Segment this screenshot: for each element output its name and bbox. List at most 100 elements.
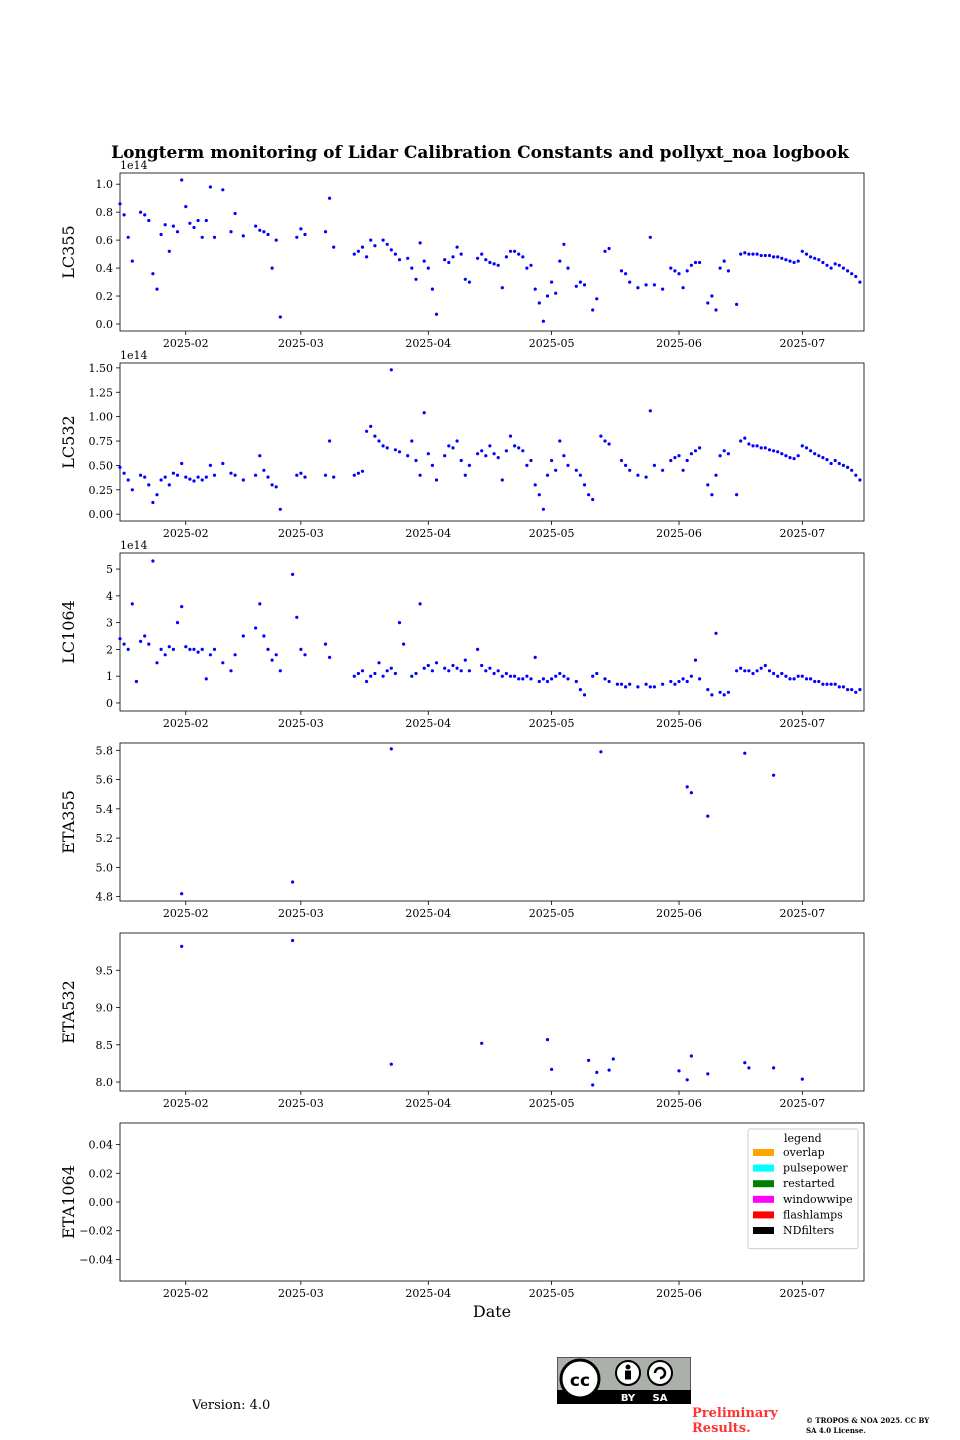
data-point: [796, 259, 800, 263]
legend-swatch-NDfilters: [753, 1227, 774, 1234]
data-point: [817, 258, 821, 262]
data-point: [385, 669, 389, 673]
data-point: [529, 458, 533, 463]
data-point: [698, 260, 702, 265]
data-point: [422, 259, 426, 263]
data-point: [545, 679, 550, 684]
data-point: [126, 478, 130, 482]
data-point: [587, 1058, 591, 1062]
legend-label-overlap: overlap: [783, 1146, 825, 1159]
data-point: [747, 442, 751, 446]
data-point: [595, 671, 599, 676]
data-point: [488, 444, 492, 448]
data-point: [846, 688, 850, 692]
copyright-notice: © TROPOS & NOA 2025. CC BY SA 4.0 Licens…: [806, 1416, 930, 1435]
data-point: [800, 674, 804, 678]
data-point: [751, 444, 755, 448]
data-point: [504, 255, 508, 259]
data-point: [480, 449, 484, 453]
data-point: [521, 677, 525, 681]
data-point: [126, 235, 130, 239]
data-point: [611, 1057, 615, 1061]
data-point: [122, 642, 126, 646]
x-tick-label: 2025-07: [779, 1287, 825, 1300]
data-point: [698, 446, 702, 450]
x-tick-label: 2025-03: [278, 1097, 324, 1110]
data-point: [332, 475, 336, 479]
y-axis-label: ETA532: [59, 980, 78, 1044]
data-point: [496, 669, 500, 673]
data-point: [669, 679, 673, 684]
data-points: [118, 559, 862, 697]
data-point: [587, 493, 591, 497]
x-tick-label: 2025-06: [656, 337, 702, 350]
data-point: [718, 690, 722, 694]
data-point: [776, 450, 780, 454]
data-point: [792, 457, 796, 461]
legend-label-restarted: restarted: [783, 1177, 835, 1190]
data-point: [648, 409, 652, 413]
data-point: [772, 449, 776, 453]
data-point: [204, 475, 208, 479]
y-offset-text: 1e14: [120, 349, 148, 362]
data-point: [369, 674, 373, 678]
data-point: [221, 188, 225, 192]
data-point: [447, 444, 451, 448]
x-tick-label: 2025-07: [779, 717, 825, 730]
data-point: [800, 1077, 804, 1081]
data-point: [726, 269, 731, 273]
cc-by-sa-license-badge: cc BY SA: [557, 1357, 691, 1404]
data-point: [624, 272, 628, 276]
data-points: [180, 747, 776, 896]
data-point: [603, 439, 607, 443]
data-point: [850, 468, 854, 472]
data-point: [369, 238, 373, 242]
data-point: [229, 471, 233, 475]
data-point: [615, 682, 620, 686]
data-point: [434, 312, 439, 316]
data-point: [130, 488, 134, 492]
data-point: [850, 688, 854, 692]
data-point: [652, 463, 657, 467]
sa-icon: [647, 1360, 673, 1386]
data-point: [459, 669, 463, 673]
data-point: [369, 424, 373, 428]
data-point: [628, 682, 632, 686]
data-point: [455, 439, 459, 443]
y-tick-label: 1.0: [96, 178, 114, 191]
data-point: [685, 785, 689, 789]
data-point: [332, 245, 336, 249]
legend-label-NDfilters: NDfilters: [783, 1224, 834, 1237]
data-point: [693, 260, 698, 265]
y-tick-label: 5.8: [96, 744, 114, 757]
y-axis-label: ETA1064: [59, 1165, 78, 1239]
data-point: [484, 454, 488, 458]
legend-label-flashlamps: flashlamps: [783, 1208, 843, 1221]
data-point: [517, 252, 521, 256]
chart-panels: 2025-02 2025-03 2025-04 2025-05 2025-06 2025-…: [59, 159, 865, 1321]
x-tick-label: 2025-06: [656, 527, 702, 540]
data-point: [422, 411, 426, 415]
data-point: [484, 258, 488, 262]
data-point: [735, 493, 739, 497]
data-point: [426, 663, 430, 668]
data-point: [796, 674, 800, 678]
data-point: [200, 478, 204, 482]
data-point: [743, 251, 747, 255]
data-point: [381, 444, 385, 448]
data-point: [772, 1066, 776, 1070]
data-point: [508, 674, 513, 678]
data-point: [426, 452, 430, 456]
data-point: [291, 938, 295, 943]
data-point: [829, 682, 833, 686]
data-point: [418, 241, 422, 245]
data-point: [139, 210, 143, 214]
data-point: [410, 266, 414, 270]
x-tick-label: 2025-04: [405, 1287, 451, 1300]
data-point: [545, 294, 550, 298]
data-point: [677, 679, 681, 684]
data-point: [784, 454, 788, 458]
data-point: [698, 677, 702, 681]
data-point: [504, 449, 508, 453]
data-point: [295, 235, 299, 239]
